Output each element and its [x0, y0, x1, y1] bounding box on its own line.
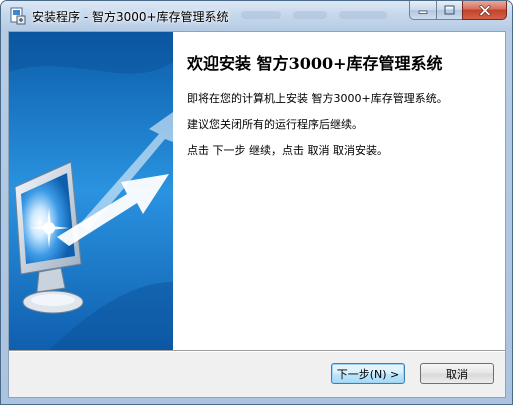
- next-button[interactable]: 下一步(N) >: [331, 363, 405, 384]
- title-bar-glass-blur: [293, 11, 327, 19]
- window-title: 安装程序 - 智方3000+库存管理系统: [32, 10, 229, 24]
- wizard-side-banner: [9, 32, 173, 350]
- welcome-text-install: 即将在您的计算机上安装 智方3000+库存管理系统。: [187, 92, 448, 105]
- minimize-icon: [418, 10, 428, 14]
- maximize-button[interactable]: [436, 1, 462, 20]
- close-icon: [479, 4, 490, 16]
- welcome-text-close-programs: 建议您关闭所有的运行程序后继续。: [187, 118, 363, 131]
- computer-monitor-illustration: [9, 32, 173, 350]
- wizard-client-area: 欢迎安装 智方3000+库存管理系统 即将在您的计算机上安装 智方3000+库存…: [8, 31, 506, 398]
- maximize-icon: [444, 5, 455, 15]
- title-bar[interactable]: 安装程序 - 智方3000+库存管理系统: [1, 1, 512, 31]
- installer-window: 安装程序 - 智方3000+库存管理系统 欢迎安装 智方3000+库存管理系统 …: [0, 0, 513, 405]
- welcome-text-instructions: 点击 下一步 继续，点击 取消 取消安装。: [187, 144, 388, 157]
- welcome-content: 欢迎安装 智方3000+库存管理系统 即将在您的计算机上安装 智方3000+库存…: [173, 32, 505, 350]
- title-bar-glass-blur: [241, 11, 281, 19]
- cancel-button[interactable]: 取消: [420, 363, 494, 384]
- caption-buttons: [409, 1, 507, 21]
- wizard-footer: 下一步(N) > 取消: [9, 352, 505, 397]
- title-bar-glass-blur: [339, 11, 387, 19]
- close-button[interactable]: [462, 1, 507, 20]
- welcome-heading: 欢迎安装 智方3000+库存管理系统: [187, 54, 443, 73]
- minimize-button[interactable]: [409, 1, 436, 20]
- installer-app-icon: [9, 7, 27, 25]
